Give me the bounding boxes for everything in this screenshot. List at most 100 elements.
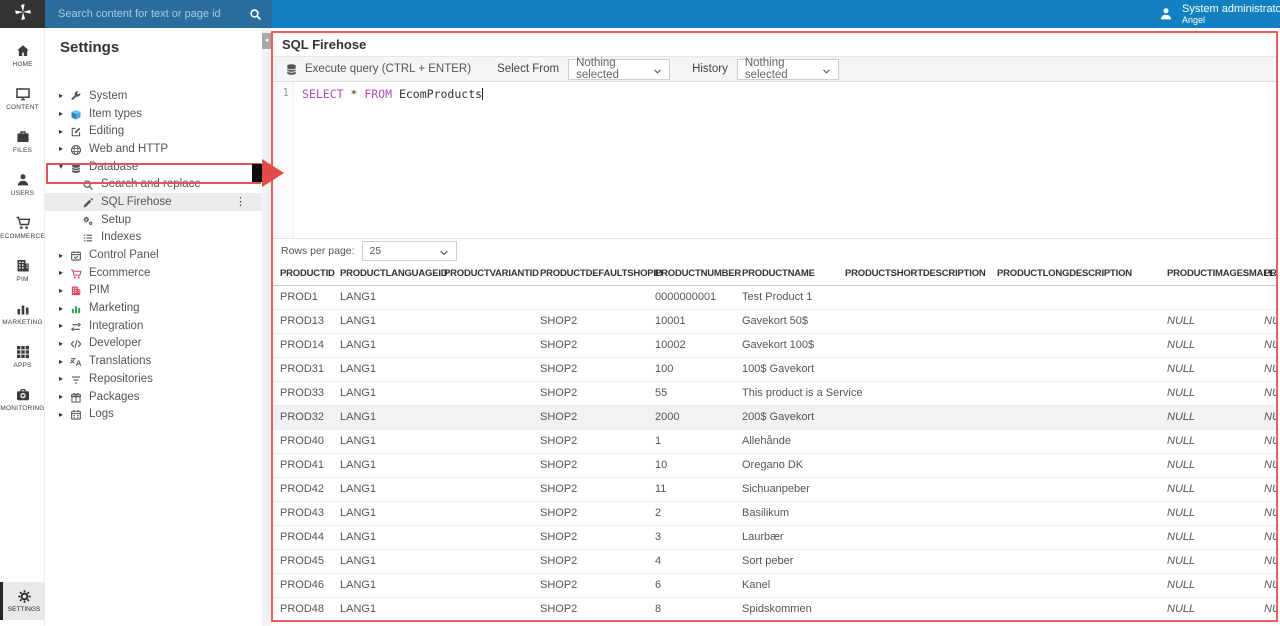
tree-item-search-and-replace[interactable]: Search and replace	[45, 175, 262, 193]
monitor-icon	[15, 86, 31, 102]
user-icon	[1158, 6, 1174, 22]
panel-splitter[interactable]	[262, 28, 271, 626]
chevron-right-icon[interactable]: ▸	[56, 91, 66, 100]
tree-item-ecommerce[interactable]: ▸Ecommerce	[45, 264, 262, 282]
table-cell: Basilikum	[742, 501, 845, 525]
table-cell	[444, 405, 540, 429]
select-from-dropdown[interactable]: Nothing selected	[568, 59, 670, 80]
pinwheel-logo-icon	[14, 3, 32, 26]
tree-item-integration[interactable]: ▸Integration	[45, 317, 262, 335]
table-cell: 0000000001	[655, 285, 742, 309]
search-input[interactable]	[45, 8, 249, 20]
tree-item-system[interactable]: ▸System	[45, 87, 262, 105]
table-cell: Spidskommen	[742, 597, 845, 621]
table-row: PROD48LANG1SHOP28SpidskommenNULLNULL	[273, 597, 1278, 621]
rail-item-label: MONITORING	[0, 405, 44, 412]
tree-item-repositories[interactable]: ▸Repositories	[45, 370, 262, 388]
rail-item-label: FILES	[13, 147, 32, 154]
sql-code-line[interactable]: SELECT * FROM EcomProducts	[294, 82, 1276, 238]
sql-token: *	[344, 87, 365, 101]
chevron-right-icon[interactable]: ▸	[56, 374, 66, 383]
sidebar-item-apps[interactable]: APPS	[0, 335, 45, 378]
chevron-right-icon[interactable]: ▸	[56, 144, 66, 153]
sidebar-item-marketing[interactable]: MARKETING	[0, 292, 45, 335]
table-cell: SHOP2	[540, 429, 655, 453]
chevron-right-icon[interactable]: ▸	[56, 410, 66, 419]
table-cell: 4	[655, 549, 742, 573]
sidebar-item-home[interactable]: HOME	[0, 34, 45, 77]
table-cell: 55	[655, 381, 742, 405]
search-icon[interactable]	[249, 8, 262, 21]
table-cell	[997, 477, 1167, 501]
tree-item-logs[interactable]: ▸Logs	[45, 405, 262, 423]
rail-item-label: SETTINGS	[8, 606, 41, 613]
table-cell	[997, 525, 1167, 549]
tree-item-control-panel[interactable]: ▸Control Panel	[45, 246, 262, 264]
select-from-label: Select From	[497, 63, 559, 75]
chevron-down-icon[interactable]: ▾	[56, 162, 66, 171]
column-header: PRODUCTID	[273, 262, 340, 285]
rail-item-label: MARKETING	[2, 319, 42, 326]
chevron-right-icon[interactable]: ▸	[56, 251, 66, 260]
tree-item-packages[interactable]: ▸Packages	[45, 388, 262, 406]
kebab-menu-icon[interactable]: ⋮	[235, 195, 246, 208]
table-row: PROD1LANG10000000001Test Product 1	[273, 285, 1278, 309]
table-cell	[845, 285, 997, 309]
collapse-panel-button[interactable]: ◂	[262, 33, 271, 49]
tree-item-web-and-http[interactable]: ▸Web and HTTP	[45, 140, 262, 158]
sidebar-item-ecommerce[interactable]: ECOMMERCE	[0, 206, 45, 249]
history-dropdown[interactable]: Nothing selected	[737, 59, 839, 80]
chevron-right-icon[interactable]: ▸	[56, 321, 66, 330]
database-icon	[70, 161, 82, 173]
chevron-right-icon[interactable]: ▸	[56, 127, 66, 136]
chevron-right-icon[interactable]: ▸	[56, 339, 66, 348]
table-row: PROD31LANG1SHOP2100100$ GavekortNULLNULL	[273, 357, 1278, 381]
table-cell: SHOP2	[540, 333, 655, 357]
tree-item-sql-firehose[interactable]: SQL Firehose⋮	[45, 193, 262, 211]
table-cell: Gavekort 100$	[742, 333, 845, 357]
sql-token: FROM	[364, 87, 392, 101]
tree-item-setup[interactable]: Setup	[45, 211, 262, 229]
table-cell: LANG1	[340, 573, 444, 597]
tree-item-database[interactable]: ▾Database	[45, 158, 262, 176]
tree-item-item-types[interactable]: ▸Item types	[45, 105, 262, 123]
sidebar-item-pim[interactable]: PIM	[0, 249, 45, 292]
execute-query-button[interactable]: Execute query (CTRL + ENTER)	[285, 63, 471, 76]
table-cell: 100	[655, 357, 742, 381]
tree-item-editing[interactable]: ▸Editing	[45, 122, 262, 140]
table-cell: NULL	[1264, 381, 1278, 405]
chevron-right-icon[interactable]: ▸	[56, 109, 66, 118]
sidebar-item-settings[interactable]: SETTINGS	[0, 582, 45, 620]
table-cell: LANG1	[340, 525, 444, 549]
app-logo[interactable]	[0, 0, 45, 28]
sidebar-item-monitoring[interactable]: MONITORING	[0, 378, 45, 421]
chevron-right-icon[interactable]: ▸	[56, 392, 66, 401]
table-cell: NULL	[1264, 501, 1278, 525]
tree-item-translations[interactable]: ▸Translations	[45, 352, 262, 370]
briefcase-icon	[15, 129, 31, 145]
calendar-icon	[70, 408, 82, 420]
rows-per-page-dropdown[interactable]: 25	[362, 241, 457, 261]
sql-editor[interactable]: 1 SELECT * FROM EcomProducts	[273, 82, 1276, 238]
home-icon	[15, 43, 31, 59]
chevron-right-icon[interactable]: ▸	[56, 286, 66, 295]
table-row: PROD44LANG1SHOP23LaurbærNULLNULL	[273, 525, 1278, 549]
user-menu[interactable]: System administrator (cbo Angel	[1158, 0, 1280, 28]
table-cell: LANG1	[340, 597, 444, 621]
sidebar-item-content[interactable]: CONTENT	[0, 77, 45, 120]
tree-item-developer[interactable]: ▸Developer	[45, 335, 262, 353]
chevron-right-icon[interactable]: ▸	[56, 357, 66, 366]
sidebar-item-users[interactable]: USERS	[0, 163, 45, 206]
sidebar-item-files[interactable]: FILES	[0, 120, 45, 163]
table-cell: PROD40	[273, 429, 340, 453]
tree-item-marketing[interactable]: ▸Marketing	[45, 299, 262, 317]
tree-item-pim[interactable]: ▸PIM	[45, 282, 262, 300]
tree-item-indexes[interactable]: Indexes	[45, 229, 262, 247]
table-cell	[444, 597, 540, 621]
table-cell: NULL	[1264, 477, 1278, 501]
chevron-right-icon[interactable]: ▸	[56, 268, 66, 277]
chevron-right-icon[interactable]: ▸	[56, 304, 66, 313]
table-cell: PROD45	[273, 549, 340, 573]
table-cell: 100$ Gavekort	[742, 357, 845, 381]
table-cell: Gavekort 50$	[742, 309, 845, 333]
